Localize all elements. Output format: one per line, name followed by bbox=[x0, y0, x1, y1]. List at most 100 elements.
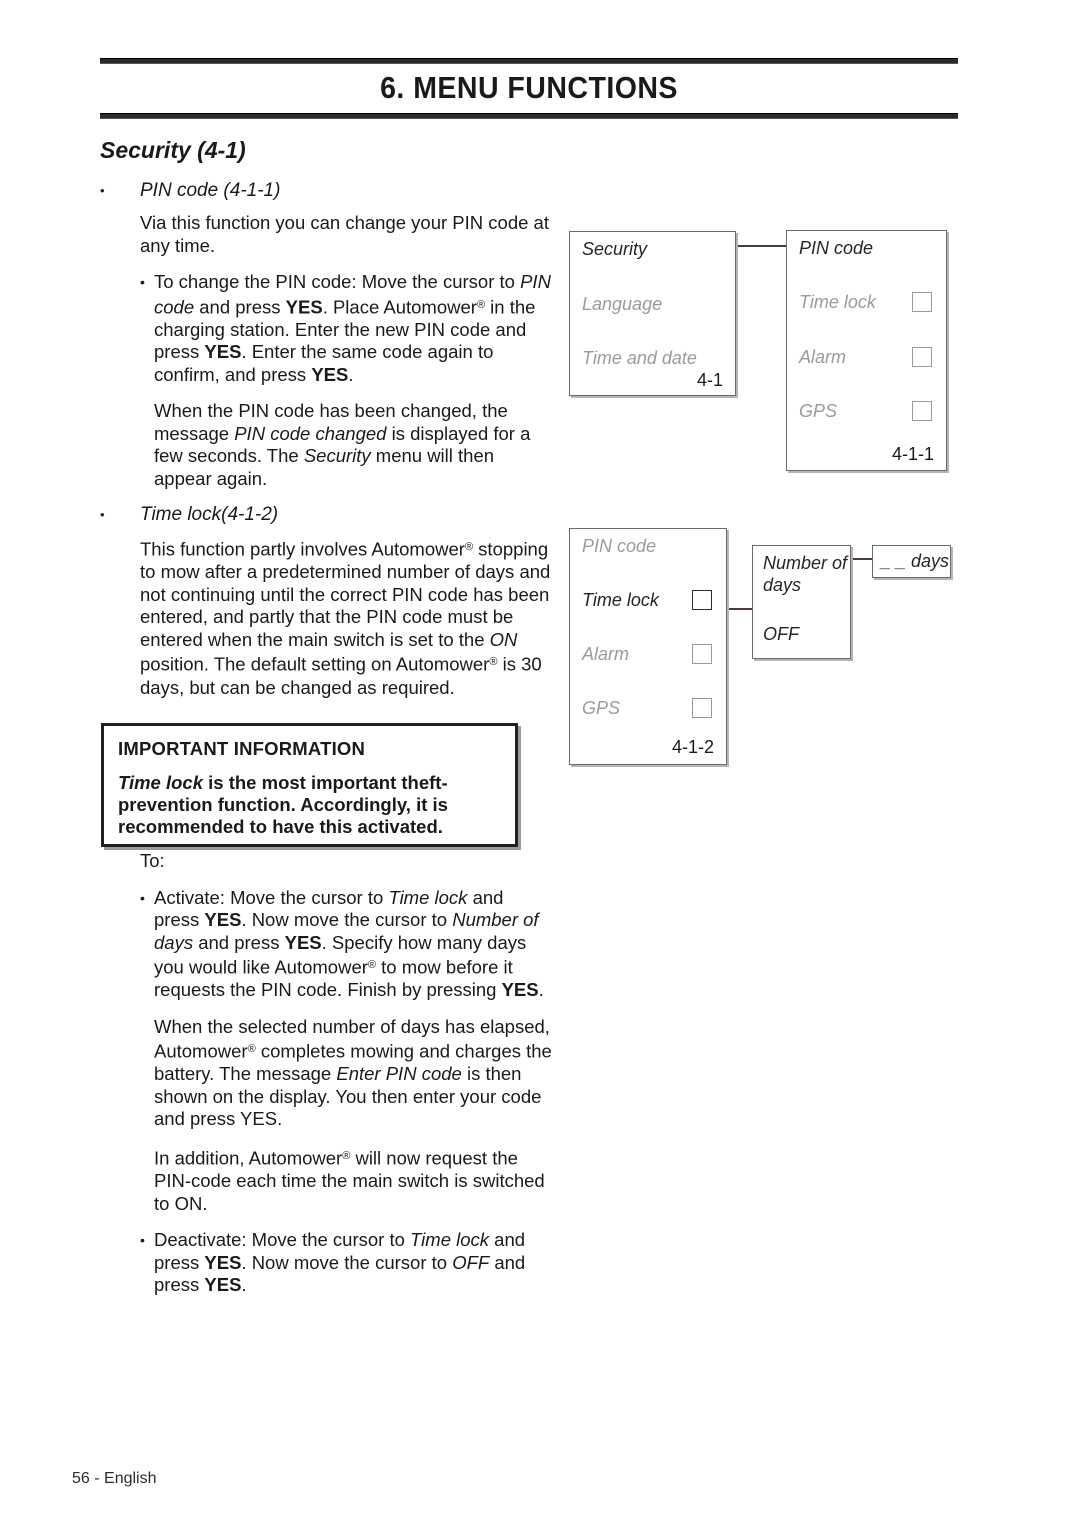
registered-mark: ® bbox=[247, 1043, 256, 1056]
checkbox-time-lock[interactable] bbox=[692, 590, 712, 610]
time-lock-description: This function partly involves Automower®… bbox=[100, 536, 552, 699]
menu-code-4-1: 4-1 bbox=[696, 370, 723, 390]
text-fragment: . bbox=[348, 363, 354, 385]
connector-line bbox=[727, 608, 752, 610]
deactivate-instruction: Deactivate: Move the cursor to Time lock… bbox=[154, 1229, 552, 1297]
text-emphasis: Enter PIN code bbox=[336, 1063, 462, 1085]
topic-time-lock: • Time lock(4-1-2) This function partly … bbox=[100, 504, 552, 699]
section-heading: Security (4-1) bbox=[100, 137, 246, 163]
menu-item-time-and-date[interactable]: Time and date bbox=[582, 348, 697, 369]
text-strong: YES bbox=[311, 363, 349, 385]
days-value-box[interactable]: _ _ days bbox=[872, 545, 951, 578]
text-fragment: In addition, Automower bbox=[154, 1147, 343, 1169]
text-fragment: . Now move the cursor to bbox=[241, 1251, 453, 1273]
checkbox-alarm[interactable] bbox=[692, 644, 712, 664]
menu-item-gps[interactable]: GPS bbox=[582, 698, 620, 719]
bullet-glyph: • bbox=[140, 889, 145, 906]
text-fragment: . Now move the cursor to bbox=[241, 909, 453, 930]
pin-code-menu-box[interactable]: PIN code Time lock Alarm GPS 4-1-1 bbox=[786, 230, 947, 471]
bullet-glyph: • bbox=[140, 274, 145, 290]
menu-title-security: Security bbox=[582, 239, 648, 259]
text-strong: YES bbox=[284, 931, 322, 953]
page-footer: 56 - English bbox=[72, 1470, 157, 1487]
connector-line bbox=[851, 558, 872, 560]
registered-mark: ® bbox=[476, 298, 486, 311]
menu-item-alarm[interactable]: Alarm bbox=[799, 347, 846, 368]
menu-item-number-of-days-line1[interactable]: Number of bbox=[763, 553, 847, 574]
registered-mark: ® bbox=[367, 959, 376, 971]
connector-line bbox=[736, 245, 786, 247]
pin-code-changed-note: When the PIN code has been changed, the … bbox=[154, 400, 552, 490]
list-item: • Activate: Move the cursor to Time lock… bbox=[140, 887, 552, 1002]
bullet-glyph: • bbox=[100, 183, 105, 198]
text-emphasis: Time lock bbox=[410, 1229, 490, 1251]
checkbox-alarm[interactable] bbox=[912, 347, 932, 367]
pin-code-menu-box-timelock[interactable]: PIN code Time lock Alarm GPS 4-1-2 bbox=[569, 528, 727, 765]
page-header: 6. MENU FUNCTIONS bbox=[100, 58, 958, 119]
elapsed-days-note: When the selected number of days has ela… bbox=[154, 1016, 552, 1131]
text-fragment: . Place Automower bbox=[322, 296, 477, 318]
text-fragment: . bbox=[538, 979, 544, 1001]
days-value-label[interactable]: _ _ days bbox=[881, 551, 949, 572]
important-information-box: IMPORTANT INFORMATION Time lock is the m… bbox=[101, 723, 518, 847]
text-emphasis: ON bbox=[489, 628, 518, 650]
topic-time-lock-heading: • Time lock(4-1-2) bbox=[100, 504, 552, 526]
text-fragment: position. The default setting on Automow… bbox=[140, 654, 490, 676]
bullet-glyph: • bbox=[140, 1232, 145, 1249]
text-emphasis: PIN code changed bbox=[234, 422, 387, 444]
text-fragment: and press bbox=[193, 931, 285, 953]
menu-code-4-1-2: 4-1-2 bbox=[671, 737, 714, 757]
registered-mark: ® bbox=[464, 541, 474, 554]
menu-item-alarm[interactable]: Alarm bbox=[582, 644, 629, 665]
menu-item-number-of-days-line2[interactable]: days bbox=[763, 575, 801, 596]
header-rule-bottom bbox=[100, 113, 958, 119]
checkbox-gps[interactable] bbox=[692, 698, 712, 718]
text-fragment: . bbox=[241, 1274, 247, 1296]
bullet-glyph: • bbox=[100, 507, 105, 523]
menu-item-time-lock[interactable]: Time lock bbox=[799, 292, 876, 313]
text-emphasis: Security bbox=[303, 445, 371, 467]
text-strong: YES bbox=[204, 1274, 242, 1296]
menu-title-pin-code: PIN code bbox=[582, 536, 657, 556]
checkbox-gps[interactable] bbox=[912, 401, 932, 421]
menu-code-4-1-1: 4-1-1 bbox=[891, 444, 934, 464]
important-information-title: IMPORTANT INFORMATION bbox=[118, 738, 366, 759]
text-strong: YES bbox=[204, 1251, 242, 1273]
security-menu-box[interactable]: Security Language Time and date 4-1 bbox=[569, 231, 736, 396]
important-information-body: Time lock is the most important theft-pr… bbox=[118, 772, 501, 838]
pin-code-steps: • To change the PIN code: Move the curso… bbox=[100, 271, 552, 490]
menu-item-language[interactable]: Language bbox=[582, 294, 662, 315]
text-fragment: This function partly involves Automower bbox=[140, 538, 465, 560]
menu-diagram-time-lock: PIN code Time lock Alarm GPS 4-1-2 Numbe… bbox=[560, 520, 960, 780]
pin-code-step-text: To change the PIN code: Move the cursor … bbox=[154, 271, 552, 386]
menu-item-gps[interactable]: GPS bbox=[799, 401, 837, 422]
text-emphasis: Time lock bbox=[388, 886, 468, 908]
topic-pin-code: • PIN code (4-1-1) Via this function you… bbox=[100, 180, 552, 490]
page-title: 6. MENU FUNCTIONS bbox=[380, 70, 678, 105]
menu-diagram-pin-code: Security Language Time and date 4-1 PIN … bbox=[560, 225, 960, 480]
instructions-column: To: • Activate: Move the cursor to Time … bbox=[100, 850, 552, 1311]
text-fragment: and press bbox=[194, 296, 286, 318]
checkbox-time-lock[interactable] bbox=[912, 292, 932, 312]
instructions-list: • Activate: Move the cursor to Time lock… bbox=[100, 887, 552, 1297]
text-fragment: Activate: Move the cursor to bbox=[154, 886, 389, 908]
text-strong: YES bbox=[204, 909, 242, 930]
topic-pin-code-title: PIN code (4-1-1) bbox=[140, 180, 281, 201]
pin-code-intro: Via this function you can change your PI… bbox=[140, 212, 549, 256]
topic-time-lock-title: Time lock(4-1-2) bbox=[140, 504, 279, 526]
text-emphasis: Time lock bbox=[118, 772, 204, 793]
menu-item-time-lock[interactable]: Time lock bbox=[582, 590, 659, 611]
text-strong: YES bbox=[501, 979, 539, 1001]
list-item: • Deactivate: Move the cursor to Time lo… bbox=[140, 1229, 552, 1297]
text-strong: YES bbox=[204, 341, 242, 363]
number-of-days-box[interactable]: Number of days OFF bbox=[752, 545, 851, 659]
list-item: • To change the PIN code: Move the curso… bbox=[140, 271, 552, 386]
text-fragment: To change the PIN code: Move the cursor … bbox=[154, 271, 521, 292]
text-emphasis: OFF bbox=[452, 1251, 490, 1273]
main-switch-note: In addition, Automower® will now request… bbox=[154, 1145, 552, 1215]
activate-instruction: Activate: Move the cursor to Time lock a… bbox=[154, 887, 552, 1002]
text-fragment: Deactivate: Move the cursor to bbox=[154, 1229, 411, 1251]
instructions-lead: To: bbox=[140, 850, 165, 871]
menu-item-off[interactable]: OFF bbox=[763, 624, 799, 645]
topic-pin-code-heading: • PIN code (4-1-1) bbox=[100, 180, 552, 202]
